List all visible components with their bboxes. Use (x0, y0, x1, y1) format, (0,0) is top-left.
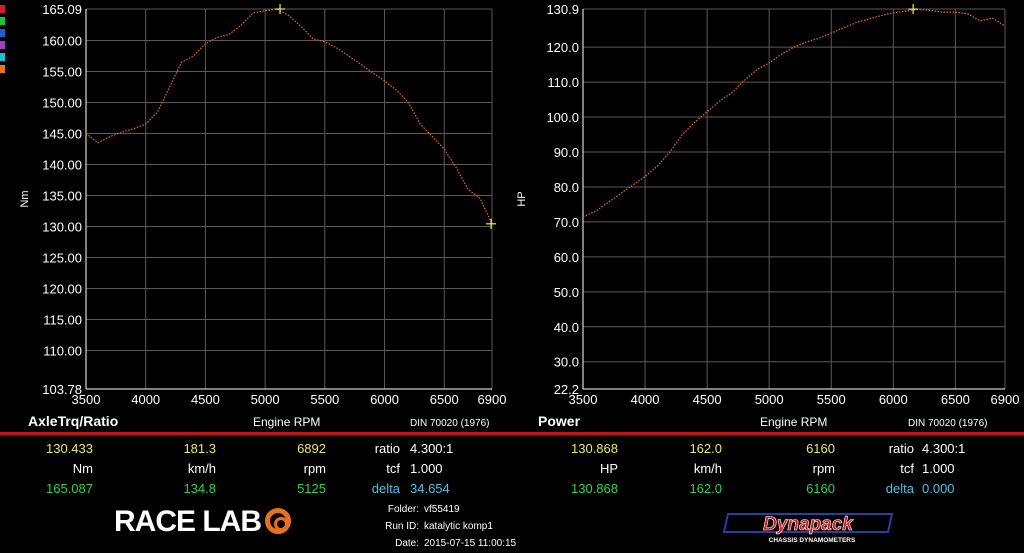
readout-value: 134.8 (183, 481, 216, 496)
readout-value: 162.0 (689, 441, 722, 456)
racelab-logo: RACE LAB (114, 505, 291, 539)
power-y-tick-label: 60.0 (554, 250, 579, 265)
power-x-tick-label: 6900 (991, 392, 1020, 407)
readout-value: 6892 (297, 441, 326, 456)
torque-standard: DIN 70020 (1976) (410, 418, 490, 429)
torque-y-tick-label: 125.00 (42, 250, 82, 265)
racelab-logo-mark (265, 508, 291, 534)
torque-cursor-marker (486, 218, 497, 229)
readout-label: ratio (374, 441, 400, 456)
torque-x-tick-label: 6500 (430, 392, 459, 407)
torque-y-tick-label: 140.00 (42, 158, 82, 173)
readout-label: ratio (888, 441, 914, 456)
power-y-tick-label: 50.0 (554, 285, 579, 300)
readout-value: 4.300:1 (410, 441, 454, 456)
readout-value: 0.000 (922, 481, 955, 496)
readout-value: 165.087 (46, 481, 93, 496)
power-chart: 3500 4000 4500 5000 5500 6000 6500 6900130.9120… (516, 2, 1020, 407)
power-y-tick-label: 130.9 (546, 2, 579, 17)
readout-value: 130.868 (571, 441, 618, 456)
readout-value: 130.868 (571, 481, 618, 496)
power-standard: DIN 70020 (1976) (908, 418, 988, 429)
torque-y-tick-label: 103.78 (42, 382, 82, 397)
power-x-tick-label: 5500 (817, 392, 846, 407)
torque-y-tick-label: 150.00 (42, 96, 82, 111)
power-chart-title: Power (538, 413, 581, 429)
power-y-tick-label: 22.2 (554, 382, 579, 397)
torque-x-tick-label: 6000 (370, 392, 399, 407)
readout-value: 1.000 (410, 461, 443, 476)
power-y-tick-label: 110.0 (547, 75, 579, 90)
torque-x-tick-label: 4500 (191, 392, 220, 407)
torque-chart: 3500 4000 4500 5000 5500 6000 6500 6900165.0916… (19, 2, 507, 407)
run-id-label: Run ID: (385, 521, 419, 532)
readout-label: delta (885, 481, 914, 496)
readout-label: tcf (900, 461, 914, 476)
date-value: 2015-07-15 11:00:15 (424, 538, 517, 549)
readout-unit: rpm (812, 461, 835, 476)
torque-x-tick-label: 6900 (478, 392, 507, 407)
power-y-tick-label: 90.0 (554, 145, 579, 160)
power-cursor-marker (908, 4, 919, 15)
readout-label: delta (371, 481, 400, 496)
torque-x-tick-label: 5500 (310, 392, 339, 407)
power-x-axis-label: Engine RPM (760, 415, 828, 429)
dynapack-logo-text: Dynapack (763, 514, 854, 535)
power-y-tick-label: 70.0 (554, 215, 579, 230)
readout-value: 4.300:1 (922, 441, 966, 456)
power-y-tick-label: 80.0 (554, 180, 579, 195)
power-y-tick-label: 100.0 (546, 110, 579, 125)
readout-unit: Nm (72, 461, 93, 476)
readout-value: 181.3 (183, 441, 216, 456)
readout-value: 6160 (806, 441, 835, 456)
power-x-tick-label: 4500 (693, 392, 722, 407)
dynapack-logo: Dynapack CHASSIS DYNAMOMETERS (722, 513, 894, 544)
power-y-tick-label: 40.0 (554, 320, 579, 335)
torque-y-tick-label: 165.09 (42, 2, 82, 17)
power-x-tick-label: 6500 (941, 392, 970, 407)
torque-x-tick-label: 5000 (251, 392, 280, 407)
separator-line (0, 432, 1024, 435)
readout-value: 1.000 (922, 461, 955, 476)
torque-x-tick-label: 4000 (131, 392, 160, 407)
power-y-axis-label: HP (516, 191, 528, 206)
torque-y-tick-label: 120.00 (42, 281, 82, 296)
dynapack-logo-subtext: CHASSIS DYNAMOMETERS (769, 537, 856, 544)
power-series-line (582, 8, 1006, 218)
power-y-tick-label: 30.0 (554, 355, 579, 370)
readout-unit: HP (599, 461, 618, 476)
readout-value: 130.433 (46, 441, 93, 456)
readout-value: 5125 (297, 481, 326, 496)
power-x-tick-label: 4000 (631, 392, 660, 407)
torque-y-tick-label: 160.00 (42, 34, 82, 49)
torque-y-tick-label: 145.00 (42, 127, 82, 142)
folder-label: Folder: (387, 504, 419, 515)
torque-y-tick-label: 155.00 (42, 65, 82, 80)
racelab-logo-text: RACE LAB (114, 505, 262, 538)
power-x-tick-label: 5000 (755, 392, 784, 407)
torque-chart-title: AxleTrq/Ratio (28, 413, 119, 429)
readout-unit: rpm (303, 461, 326, 476)
folder-value: vf55419 (424, 504, 460, 515)
power-y-tick-label: 120.0 (546, 40, 579, 55)
torque-series-line (85, 8, 493, 225)
torque-y-axis-label: Nm (19, 190, 31, 207)
readout-label: tcf (386, 461, 400, 476)
date-label: Date: (395, 538, 419, 549)
power-x-tick-label: 6000 (879, 392, 908, 407)
run-id-value: katalytic komp1 (424, 521, 493, 532)
torque-y-tick-label: 135.00 (42, 188, 82, 203)
torque-y-tick-label: 130.00 (42, 219, 82, 234)
torque-x-axis-label: Engine RPM (253, 415, 321, 429)
readout-unit: km/h (187, 461, 216, 476)
readout-unit: km/h (693, 461, 722, 476)
torque-y-tick-label: 115.00 (43, 312, 82, 327)
readout-value: 162.0 (689, 481, 722, 496)
torque-y-tick-label: 110.00 (43, 343, 82, 358)
readout-value: 34.654 (410, 481, 450, 496)
readout-value: 6160 (806, 481, 835, 496)
